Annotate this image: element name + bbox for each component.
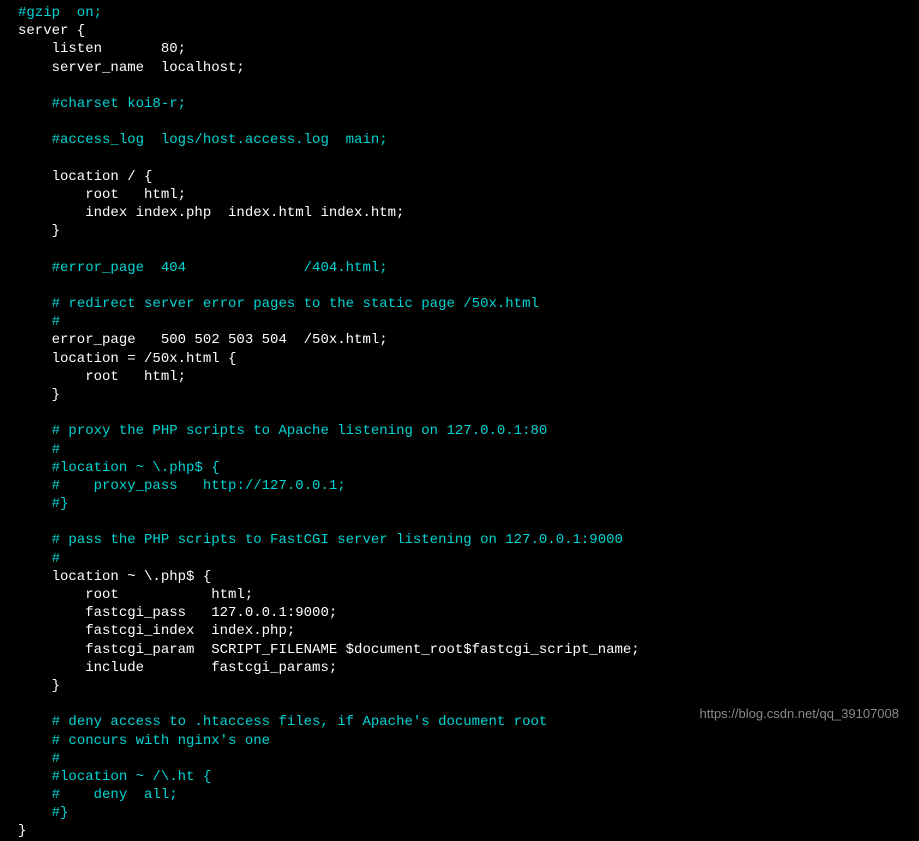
code-line: # pass the PHP scripts to FastCGI server… <box>0 531 919 549</box>
code-line: # <box>0 313 919 331</box>
comment-text: # <box>52 442 60 458</box>
watermark-text: https://blog.csdn.net/qq_39107008 <box>700 706 900 723</box>
code-line <box>0 404 919 422</box>
code-text: fastcgi_param SCRIPT_FILENAME $document_… <box>18 642 640 658</box>
code-line: server_name localhost; <box>0 59 919 77</box>
comment-text: # deny access to .htaccess files, if Apa… <box>52 714 548 730</box>
code-line <box>0 240 919 258</box>
code-text <box>18 96 52 112</box>
code-text <box>18 442 52 458</box>
comment-text: # proxy_pass http://127.0.0.1; <box>52 478 346 494</box>
code-text: listen 80; <box>18 41 186 57</box>
code-text: fastcgi_pass 127.0.0.1:9000; <box>18 605 337 621</box>
code-line: #error_page 404 /404.html; <box>0 259 919 277</box>
code-line: #} <box>0 804 919 822</box>
code-line: location = /50x.html { <box>0 350 919 368</box>
code-text <box>18 496 52 512</box>
code-line: fastcgi_pass 127.0.0.1:9000; <box>0 604 919 622</box>
code-text: location / { <box>18 169 152 185</box>
code-text <box>18 260 52 276</box>
comment-text: #error_page 404 /404.html; <box>52 260 388 276</box>
code-line <box>0 150 919 168</box>
code-text <box>18 751 52 767</box>
code-text: root html; <box>18 587 253 603</box>
code-text: fastcgi_index index.php; <box>18 623 295 639</box>
comment-text: #gzip on; <box>18 5 102 21</box>
comment-text: # redirect server error pages to the sta… <box>52 296 539 312</box>
code-text: } <box>18 823 26 839</box>
comment-text: #} <box>52 496 69 512</box>
code-text: location ~ \.php$ { <box>18 569 211 585</box>
code-line: location ~ \.php$ { <box>0 568 919 586</box>
code-text <box>18 551 52 567</box>
comment-text: # <box>52 314 60 330</box>
code-text: server_name localhost; <box>18 60 245 76</box>
code-line <box>0 277 919 295</box>
comment-text: # <box>52 751 60 767</box>
code-line: } <box>0 222 919 240</box>
code-line: root html; <box>0 186 919 204</box>
code-text: location = /50x.html { <box>18 351 236 367</box>
code-text: error_page 500 502 503 504 /50x.html; <box>18 332 388 348</box>
code-line: # <box>0 550 919 568</box>
code-text <box>18 423 52 439</box>
code-line: error_page 500 502 503 504 /50x.html; <box>0 331 919 349</box>
code-line: } <box>0 822 919 840</box>
code-line: } <box>0 386 919 404</box>
code-line: #} <box>0 495 919 513</box>
code-line: include fastcgi_params; <box>0 659 919 677</box>
code-line: #gzip on; <box>0 4 919 22</box>
code-line <box>0 513 919 531</box>
code-text <box>18 460 52 476</box>
code-line: #location ~ \.php$ { <box>0 459 919 477</box>
code-text <box>18 478 52 494</box>
code-text <box>18 132 52 148</box>
code-text: } <box>18 387 60 403</box>
code-line: fastcgi_param SCRIPT_FILENAME $document_… <box>0 641 919 659</box>
code-line <box>0 113 919 131</box>
comment-text: #access_log logs/host.access.log main; <box>52 132 388 148</box>
code-text <box>18 787 52 803</box>
code-text: include fastcgi_params; <box>18 660 337 676</box>
code-line: # redirect server error pages to the sta… <box>0 295 919 313</box>
code-text <box>18 805 52 821</box>
comment-text: # <box>52 551 60 567</box>
comment-text: #} <box>52 805 69 821</box>
code-line: index index.php index.html index.htm; <box>0 204 919 222</box>
code-line: root html; <box>0 586 919 604</box>
code-line: # deny all; <box>0 786 919 804</box>
comment-text: #location ~ \.php$ { <box>52 460 220 476</box>
code-text: server { <box>18 23 85 39</box>
code-text: root html; <box>18 369 186 385</box>
code-line: } <box>0 677 919 695</box>
code-line: fastcgi_index index.php; <box>0 622 919 640</box>
comment-text: # pass the PHP scripts to FastCGI server… <box>52 532 623 548</box>
code-line: # proxy the PHP scripts to Apache listen… <box>0 422 919 440</box>
code-line: #access_log logs/host.access.log main; <box>0 131 919 149</box>
code-text <box>18 532 52 548</box>
code-line <box>0 77 919 95</box>
code-text <box>18 714 52 730</box>
code-line: # <box>0 441 919 459</box>
comment-text: #location ~ /\.ht { <box>52 769 212 785</box>
code-text: } <box>18 223 60 239</box>
code-line: # <box>0 750 919 768</box>
code-line: #charset koi8-r; <box>0 95 919 113</box>
comment-text: #charset koi8-r; <box>52 96 186 112</box>
code-line: server { <box>0 22 919 40</box>
code-line: # proxy_pass http://127.0.0.1; <box>0 477 919 495</box>
code-text: index index.php index.html index.htm; <box>18 205 404 221</box>
code-text <box>18 296 52 312</box>
code-text <box>18 769 52 785</box>
code-line: listen 80; <box>0 40 919 58</box>
comment-text: # deny all; <box>52 787 178 803</box>
code-line: location / { <box>0 168 919 186</box>
code-line: #location ~ /\.ht { <box>0 768 919 786</box>
code-text <box>18 314 52 330</box>
comment-text: # proxy the PHP scripts to Apache listen… <box>52 423 548 439</box>
code-text: } <box>18 678 60 694</box>
code-line: root html; <box>0 368 919 386</box>
code-text: root html; <box>18 187 186 203</box>
